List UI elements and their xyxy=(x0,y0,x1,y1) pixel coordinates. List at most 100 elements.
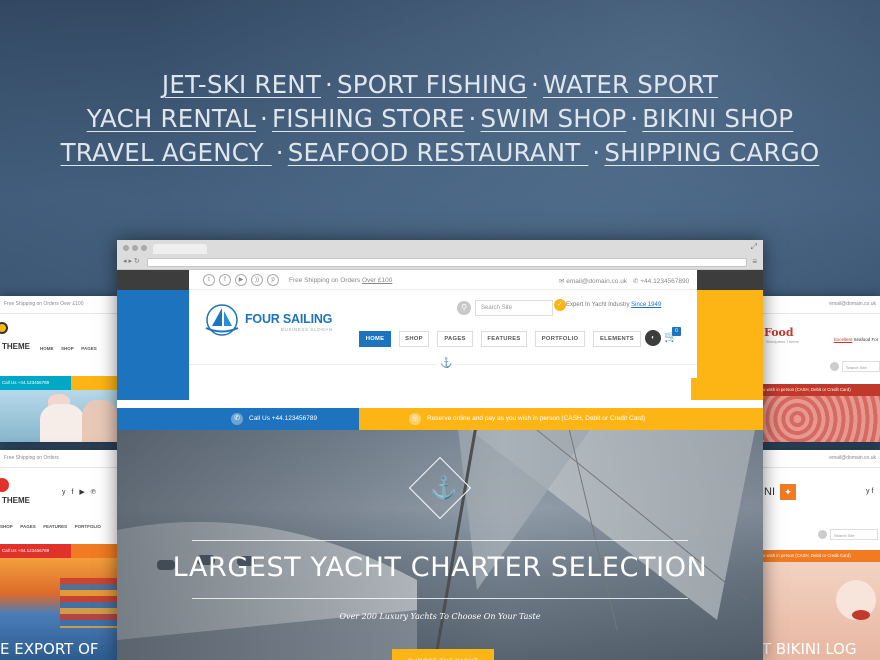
search-input[interactable]: Search Site xyxy=(475,300,553,316)
badge-icon: ✓ xyxy=(554,299,566,311)
phone-contact[interactable]: ✆ +44.1234567890 xyxy=(633,277,689,285)
link-jet-ski-rent[interactable]: JET-SKI RENT xyxy=(162,70,321,99)
browser-tab[interactable] xyxy=(153,244,207,254)
mini-logo-icon xyxy=(0,322,8,334)
headline-line-2: YACH RENTAL · FISHING STORE · SWIM SHOP · BIKI… xyxy=(86,104,794,133)
link-travel-agency[interactable]: TRAVEL AGENCY xyxy=(61,138,272,167)
link-fishing-store[interactable]: FISHING STORE xyxy=(272,104,465,133)
mini-topbar: Free Shipping on Orders xyxy=(0,450,118,468)
link-seafood-restaurant[interactable]: SEAFOOD RESTAURANT xyxy=(288,138,589,167)
link-sport-fishing[interactable]: SPORT FISHING xyxy=(337,70,527,99)
mini-logo-text: NI xyxy=(764,486,775,498)
mini-callbar: Call Us +44.123456789 xyxy=(0,544,118,558)
reserve-bar: ◎ Reserve online and pay as you wish in … xyxy=(359,408,763,430)
category-headline: JET-SKI RENT · SPORT FISHING · WATER SPORT Y… xyxy=(0,68,880,170)
mini-callbar: Call Us +44.123456789 xyxy=(0,376,118,390)
header-topbar: t f ▶ )) p Free Shipping on Orders Over … xyxy=(189,270,697,290)
hero-banner: ⚓ LARGEST YACHT CHARTER SELECTION Over 2… xyxy=(117,430,763,660)
address-bar[interactable] xyxy=(147,258,747,267)
pinterest-icon[interactable]: p xyxy=(267,274,279,286)
youtube-icon[interactable]: ▶ xyxy=(235,274,247,286)
shipping-notice: Free Shipping on Orders Over £100 xyxy=(289,277,393,284)
mini-search-icon xyxy=(830,362,839,371)
hero-subtitle: Over 200 Luxury Yachts To Choose On Your… xyxy=(339,612,541,621)
phone-icon: ✆ xyxy=(231,413,243,425)
blue-side-band xyxy=(117,290,189,400)
anchor-icon: ⚓ xyxy=(430,475,458,500)
link-swim-shop[interactable]: SWIM SHOP xyxy=(481,104,627,133)
facebook-icon[interactable]: f xyxy=(219,274,231,286)
link-water-sport[interactable]: WATER SPORT xyxy=(543,70,718,99)
hero-title: LARGEST YACHT CHARTER SELECTION xyxy=(172,552,708,583)
mini-logo-text: Food xyxy=(764,326,794,339)
preview-right-top[interactable]: email@domain.co.uk Food Wordpress Theme … xyxy=(762,296,880,442)
headline-line-3: TRAVEL AGENCY · SEAFOOD RESTAURANT · SHIPP… xyxy=(60,138,820,167)
mini-logo-text: THEME xyxy=(2,496,30,505)
window-dot-icon[interactable] xyxy=(141,245,147,251)
window-dot-icon[interactable] xyxy=(132,245,138,251)
mini-social-icons: y f ▶ ℗ xyxy=(62,489,98,496)
mini-reservebar: u wish in person (CASH, Debit or Credit … xyxy=(762,550,880,562)
mini-topbar: email@domain.co.uk xyxy=(762,296,880,314)
expand-icon[interactable]: ⤢ xyxy=(751,242,757,252)
nav-elements[interactable]: ELEMENTS xyxy=(593,331,641,347)
mini-tagline: Excellent Seafood For xyxy=(834,337,879,342)
preview-left-bottom[interactable]: Free Shipping on Orders THEME y f ▶ ℗ SH… xyxy=(0,450,118,660)
call-bar[interactable]: ✆ Call Us +44.123456789 xyxy=(117,408,359,430)
search-icon[interactable]: ⚲ xyxy=(457,301,471,315)
mini-topbar: email@domain.co.uk xyxy=(762,450,880,468)
logo-name: FOUR SAILING xyxy=(245,312,333,326)
nav-pages[interactable]: PAGES xyxy=(437,331,473,347)
yellow-side-band xyxy=(691,290,763,400)
choose-yacht-button[interactable]: CHOOSE THE YACHT xyxy=(392,649,494,660)
anchor-divider-icon: ⚓ xyxy=(437,358,456,369)
mini-logo-text: THEME xyxy=(2,342,30,351)
header-card: t f ▶ )) p Free Shipping on Orders Over … xyxy=(189,270,697,378)
shipping-amount-link[interactable]: Over £100 xyxy=(362,277,392,284)
sailboat-logo-icon xyxy=(205,304,239,336)
email-contact[interactable]: ✉ email@domain.co.uk xyxy=(559,277,627,285)
logo-slogan: BUSINESS SLOGAN xyxy=(281,327,333,332)
website-page: t f ▶ )) p Free Shipping on Orders Over … xyxy=(117,270,763,660)
since-link[interactable]: Since 1949 xyxy=(631,302,661,308)
window-dot-icon[interactable] xyxy=(123,245,129,251)
expert-badge: ✓ Expert In Yacht Industry Since 1949 xyxy=(554,299,661,311)
link-bikini-shop[interactable]: BIKINI SHOP xyxy=(642,104,793,133)
preview-left-top[interactable]: Free Shipping on Orders Over £100 THEME … xyxy=(0,296,118,442)
rss-icon[interactable]: )) xyxy=(251,274,263,286)
nav-shop[interactable]: SHOP xyxy=(399,331,429,347)
nav-home[interactable]: HOME xyxy=(359,331,391,347)
mini-logo-icon: ✦ xyxy=(780,484,796,500)
mini-nav: SHOP PAGES FEATURES PORTFOLIO xyxy=(0,524,101,529)
preview-right-bottom[interactable]: email@domain.co.uk NI ✦ y f Search Site … xyxy=(762,450,880,660)
mini-logo-slogan: Wordpress Theme xyxy=(766,339,799,344)
hero-bottom-rule xyxy=(192,598,688,599)
browser-nav-arrows-icon[interactable]: ◂ ▸ ↻ xyxy=(123,257,140,265)
mini-topbar: Free Shipping on Orders Over £100 xyxy=(0,296,118,314)
browser-window: ◂ ▸ ↻ ≡ ⤢ t f ▶ )) p Free Shipping on Or… xyxy=(117,240,763,660)
mini-search-icon xyxy=(818,530,827,539)
twitter-icon[interactable]: t xyxy=(203,274,215,286)
mini-banner-text: E EXPORT OF xyxy=(0,640,99,658)
mini-nav: HOME SHOP PAGES xyxy=(40,346,97,351)
mini-social-icons: y f xyxy=(866,488,874,495)
mini-hero-seafood xyxy=(762,396,880,442)
mini-hero-image xyxy=(0,390,118,442)
mini-reservebar: u wish in person (CASH, Debit or Credit … xyxy=(762,384,880,396)
browser-menu-icon[interactable]: ≡ xyxy=(752,257,757,266)
headline-line-1: JET-SKI RENT · SPORT FISHING · WATER SPORT xyxy=(161,70,719,99)
browser-chrome: ◂ ▸ ↻ ≡ ⤢ xyxy=(117,240,763,270)
wallet-icon: ◎ xyxy=(409,413,421,425)
link-yach-rental[interactable]: YACH RENTAL xyxy=(87,104,256,133)
mini-hero-bikini: T BIKINI LOG xyxy=(762,562,880,660)
language-flag-icon[interactable]: ◐ xyxy=(645,330,661,346)
nav-portfolio[interactable]: PORTFOLIO xyxy=(535,331,585,347)
nav-features[interactable]: FEATURES xyxy=(481,331,527,347)
mini-hero-containers: E EXPORT OF xyxy=(0,558,118,660)
hero-top-rule xyxy=(192,540,688,541)
link-shipping-cargo[interactable]: SHIPPING CARGO xyxy=(604,138,819,167)
mini-banner-text: T BIKINI LOG xyxy=(762,640,857,658)
mini-search-input: Search Site xyxy=(842,361,880,372)
mini-search-input: Search Site xyxy=(830,529,878,540)
cart-count-badge: 0 xyxy=(672,327,681,336)
